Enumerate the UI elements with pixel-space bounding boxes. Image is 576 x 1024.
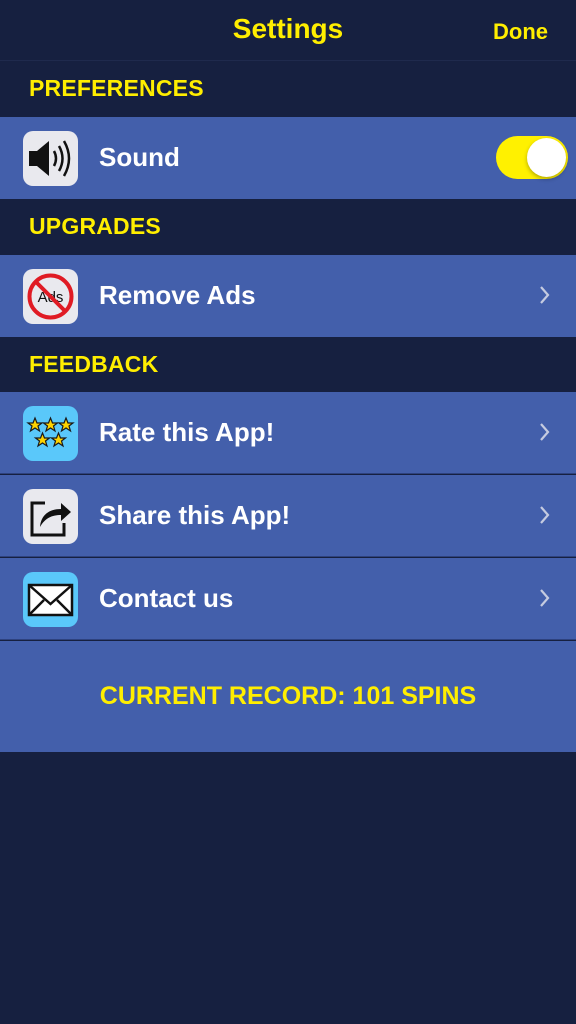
section-header-feedback: FEEDBACK [0,337,576,393]
record-panel: CURRENT RECORD: 101 SPINS [0,641,576,752]
rate-app-label: Rate this App! [99,417,275,447]
chevron-right-icon [540,423,550,441]
section-title-upgrades: UPGRADES [29,213,161,239]
section-header-preferences: PREFERENCES [0,61,576,117]
remove-ads-row[interactable]: Ads Remove Ads [0,255,576,337]
chevron-right-icon [540,286,550,304]
envelope-icon [23,572,78,627]
chevron-right-icon [540,589,550,607]
chevron-right-icon [540,506,550,524]
done-button[interactable]: Done [493,19,548,45]
no-ads-icon: Ads [23,269,78,324]
share-icon [23,489,78,544]
stars-icon [23,406,78,461]
toggle-knob [527,138,566,177]
share-app-row[interactable]: Share this App! [0,475,576,557]
section-header-upgrades: UPGRADES [0,199,576,255]
sound-label: Sound [99,142,180,172]
section-title-preferences: PREFERENCES [29,75,204,101]
current-record-text: CURRENT RECORD: 101 SPINS [99,682,477,710]
sound-toggle[interactable] [496,136,568,179]
navigation-bar: Settings Done [0,0,576,61]
section-title-feedback: FEEDBACK [29,351,159,377]
page-title: Settings [232,13,344,44]
contact-us-row[interactable]: Contact us [0,558,576,640]
speaker-icon [23,131,78,186]
rate-app-row[interactable]: Rate this App! [0,392,576,474]
remove-ads-label: Remove Ads [99,280,256,310]
sound-row: Sound [0,117,576,199]
share-app-label: Share this App! [99,500,291,530]
contact-us-label: Contact us [99,583,234,613]
